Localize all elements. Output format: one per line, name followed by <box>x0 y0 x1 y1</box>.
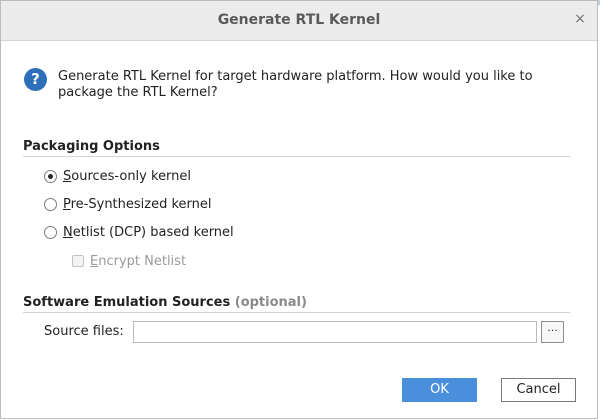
question-icon: ? <box>24 68 47 91</box>
packaging-options-divider <box>23 156 570 157</box>
radio-button-netlist-dcp[interactable] <box>44 225 57 239</box>
optional-suffix: (optional) <box>234 295 307 310</box>
encrypt-netlist-checkbox[interactable] <box>72 255 84 267</box>
radio-label-sources-only: Sources-only kernel <box>63 168 192 184</box>
radio-pre-synthesized[interactable]: Pre-Synthesized kernel <box>44 195 212 213</box>
dialog-title: Generate RTL Kernel <box>217 12 381 28</box>
title-bar: Generate RTL Kernel × <box>1 1 597 41</box>
message-text: Generate RTL Kernel for target hardware … <box>58 69 533 100</box>
source-files-input[interactable] <box>133 321 537 343</box>
ok-button[interactable]: OK <box>402 378 477 402</box>
source-files-label: Source files: <box>44 324 124 339</box>
close-icon[interactable]: × <box>572 11 588 27</box>
cancel-button[interactable]: Cancel <box>501 378 576 402</box>
browse-ellipsis-button[interactable]: ··· <box>541 321 564 343</box>
encrypt-netlist-checkbox-row[interactable]: Encrypt Netlist <box>72 252 186 270</box>
generate-rtl-kernel-dialog: Generate RTL Kernel × ? Generate RTL Ker… <box>0 0 598 419</box>
software-emulation-heading: Software Emulation Sources (optional) <box>23 295 307 310</box>
software-emulation-divider <box>23 312 570 313</box>
radio-netlist-dcp[interactable]: Netlist (DCP) based kernel <box>44 223 234 241</box>
radio-label-pre-synthesized: Pre-Synthesized kernel <box>63 196 212 212</box>
encrypt-netlist-label: Encrypt Netlist <box>90 253 187 269</box>
radio-button-sources-only[interactable] <box>44 169 57 183</box>
packaging-options-heading: Packaging Options <box>23 139 160 154</box>
radio-label-netlist-dcp: Netlist (DCP) based kernel <box>63 224 234 240</box>
radio-sources-only[interactable]: Sources-only kernel <box>44 167 191 185</box>
radio-button-pre-synthesized[interactable] <box>44 197 57 211</box>
software-emulation-title: Software Emulation Sources <box>23 295 231 310</box>
